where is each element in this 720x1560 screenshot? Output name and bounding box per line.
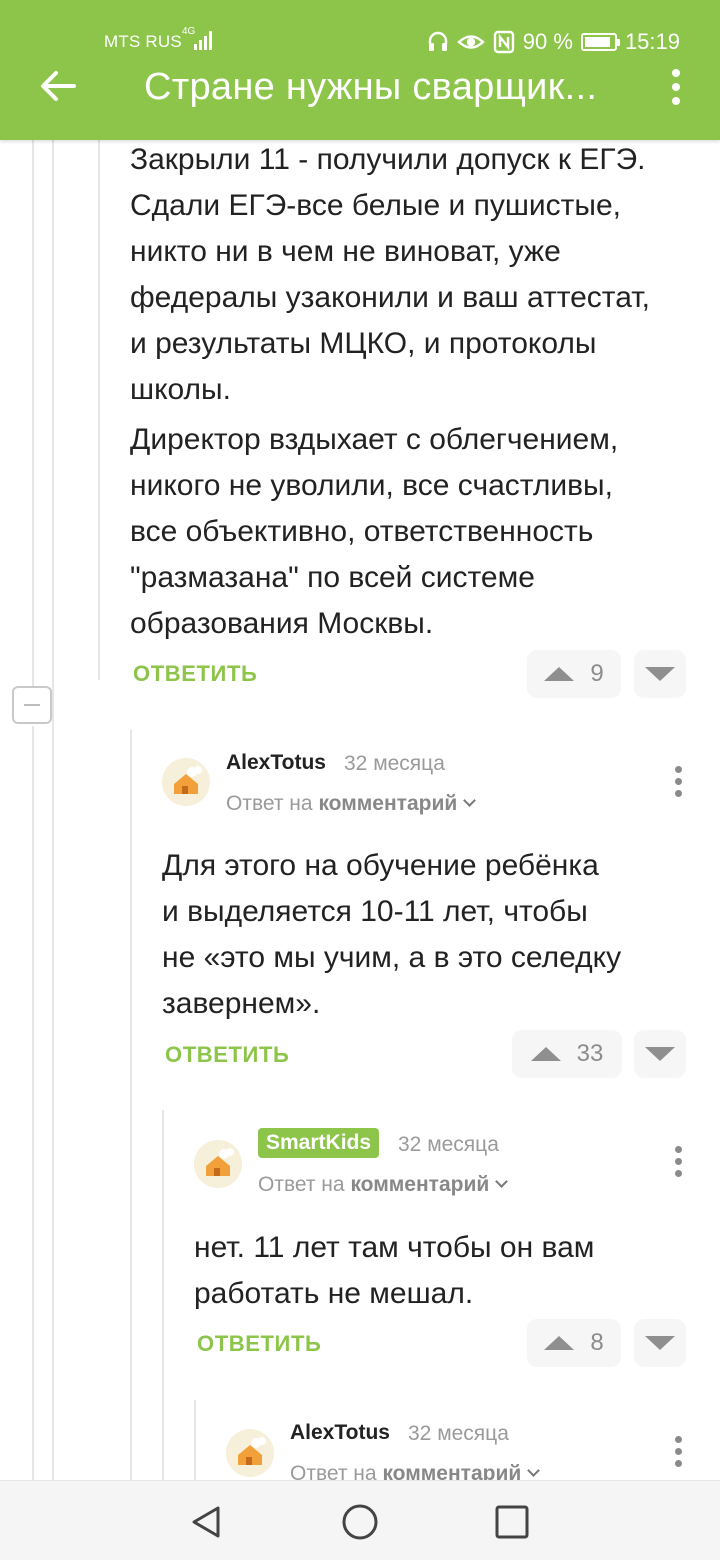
reply-to[interactable]: Ответ на комментарий (258, 1173, 509, 1197)
comment-text-line: все объективно, ответственность (130, 515, 594, 548)
avatar-image (162, 758, 210, 806)
thread-line (98, 140, 100, 680)
status-right: 90 % 15:19 (427, 29, 680, 55)
reply-to-target: комментарий (350, 1173, 490, 1196)
reply-to-prefix: Ответ на (226, 792, 313, 815)
upvote-icon (544, 1336, 575, 1350)
avatar[interactable] (194, 1140, 242, 1188)
upvote-icon (530, 1047, 561, 1061)
chevron-down-icon (527, 1464, 541, 1477)
comment-text-line: "размазана" по всей системе (130, 561, 535, 594)
avatar-image (194, 1140, 242, 1188)
downvote-button[interactable] (634, 1030, 686, 1078)
comment-text-line: работать не мешал. (194, 1277, 474, 1310)
upvote-button[interactable]: 9 (527, 650, 621, 698)
nfc-icon (493, 30, 514, 54)
headphones-icon (428, 31, 447, 51)
comment-text-line: завернем». (162, 987, 321, 1020)
collapse-thread-button[interactable] (12, 686, 52, 724)
reply-to-target: комментарий (318, 792, 458, 815)
avatar[interactable] (226, 1429, 274, 1477)
avatar[interactable] (162, 758, 210, 806)
vote-count: 9 (590, 660, 604, 687)
downvote-icon (645, 1336, 675, 1350)
upvote-button[interactable]: 33 (512, 1030, 622, 1078)
triangle-back-icon[interactable] (186, 1502, 226, 1542)
thread-line (194, 1400, 196, 1480)
app-bar: MTS RUS 4G 90 % 15:19 Стране нужны сварщ… (0, 0, 720, 140)
vote-count: 8 (590, 1329, 604, 1356)
thread-line (162, 1110, 164, 1480)
clock: 15:19 (624, 29, 680, 54)
comment-time: 32 месяца (398, 1133, 499, 1156)
battery-icon (580, 33, 620, 51)
vote-count: 33 (576, 1040, 604, 1067)
avatar-image (226, 1429, 274, 1477)
downvote-icon (645, 667, 675, 681)
comment-text-line: Для этого на обучение ребёнка (162, 849, 599, 882)
more-vertical-icon[interactable] (672, 1436, 684, 1470)
comment-text-line: Закрыли 11 - получили допуск к ЕГЭ. (130, 143, 646, 176)
reply-button[interactable]: ОТВЕТИТЬ (165, 1042, 289, 1068)
reply-button[interactable]: ОТВЕТИТЬ (197, 1331, 321, 1357)
comment-text-line: Сдали ЕГЭ-все белые и пушистые, (130, 189, 621, 222)
thread-line (52, 140, 54, 1480)
comment-text-line: школы. (130, 373, 231, 406)
back-arrow-icon[interactable] (36, 64, 80, 108)
upvote-icon (544, 667, 575, 681)
downvote-button[interactable] (634, 650, 686, 698)
square-recents-icon[interactable] (494, 1504, 530, 1540)
eye-icon (457, 35, 485, 49)
thread-line (32, 140, 34, 686)
comment-text-line: и результаты МЦКО, и протоколы (130, 327, 597, 360)
reply-to-prefix: Ответ на (258, 1173, 345, 1196)
comment-text-line: никого не уволили, все счастливы, (130, 469, 613, 502)
author-name[interactable]: SmartKids (258, 1128, 380, 1158)
comment-text-line: образования Москвы. (130, 607, 434, 640)
thread-line (32, 726, 34, 1480)
battery-percent: 90 % (522, 29, 573, 54)
comment-text-line: федералы узаконили и ваш аттестат, (130, 281, 650, 314)
more-vertical-icon[interactable] (672, 1146, 684, 1180)
downvote-icon (645, 1047, 675, 1061)
comment-text-line: нет. 11 лет там чтобы он вам (194, 1231, 595, 1264)
comment-text-line: и выделяется 10-11 лет, чтобы (162, 895, 588, 928)
comment-text-line: никто ни в чем не виноват, уже (130, 235, 561, 268)
comment-time: 32 месяца (408, 1422, 509, 1445)
upvote-button[interactable]: 8 (527, 1319, 621, 1367)
reply-to[interactable]: Ответ на комментарий (226, 792, 477, 816)
carrier-label: MTS RUS (104, 32, 182, 51)
signal-icon (194, 30, 212, 50)
author-name[interactable]: AlexTotus (226, 751, 326, 775)
more-vertical-icon[interactable] (672, 766, 684, 800)
chevron-down-icon (495, 1175, 509, 1188)
thread-line (130, 730, 132, 1480)
chevron-down-icon (463, 794, 477, 807)
author-name[interactable]: AlexTotus (290, 1421, 390, 1445)
downvote-button[interactable] (634, 1319, 686, 1367)
page-title: Стране нужны сварщик... (144, 66, 598, 108)
comment-time: 32 месяца (344, 752, 445, 775)
system-nav-bar (0, 1480, 720, 1560)
circle-home-icon[interactable] (340, 1502, 380, 1542)
reply-button[interactable]: ОТВЕТИТЬ (133, 661, 257, 687)
status-bar: MTS RUS 4G 90 % 15:19 (0, 0, 720, 68)
more-vertical-icon[interactable] (664, 66, 688, 106)
screen: MTS RUS 4G 90 % 15:19 Стране нужны сварщ… (0, 0, 720, 1560)
comment-text-line: Директор вздыхает с облегчением, (130, 423, 619, 456)
comment-text-line: не «это мы учим, а в это селедку (162, 941, 622, 974)
